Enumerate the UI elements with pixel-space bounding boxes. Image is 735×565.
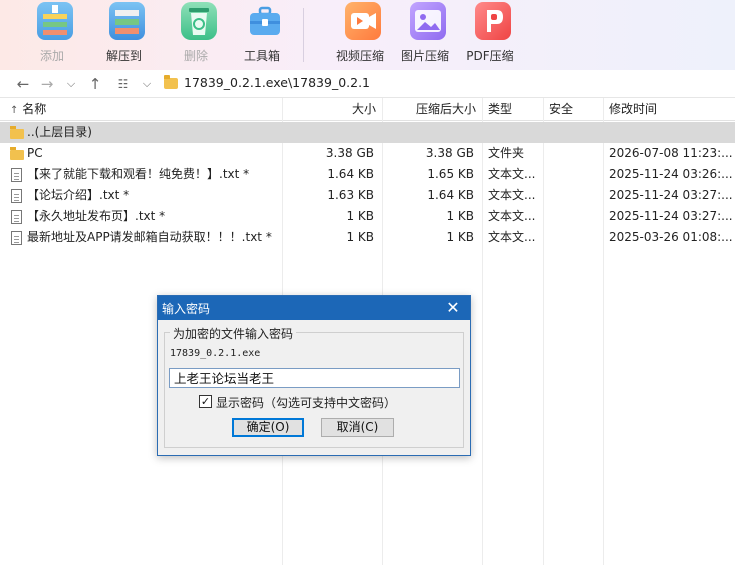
forward-arrow-icon[interactable]: → bbox=[38, 74, 56, 94]
text-file-icon bbox=[11, 231, 22, 245]
column-packed-size[interactable]: 压缩后大小 bbox=[382, 98, 482, 121]
group-label: 为加密的文件输入密码 bbox=[170, 325, 297, 342]
password-input[interactable]: 上老王论坛当老王 bbox=[169, 368, 460, 388]
column-modified[interactable]: 修改时间 bbox=[603, 98, 735, 121]
file-row[interactable]: 【永久地址发布页】.txt * 1 KB 1 KB 文本文... 2025-11… bbox=[0, 206, 735, 227]
toolbox-icon bbox=[247, 2, 283, 40]
file-size: 1 KB bbox=[346, 209, 374, 223]
parent-directory-row[interactable]: ..(上层目录) bbox=[0, 122, 735, 143]
file-row[interactable]: 最新地址及APP请发邮箱自动获取！！！.txt * 1 KB 1 KB 文本文.… bbox=[0, 227, 735, 248]
text-file-icon bbox=[11, 189, 22, 203]
file-modified: 2026-07-08 11:23:... bbox=[609, 146, 733, 160]
file-packed-size: 1 KB bbox=[446, 209, 474, 223]
column-security[interactable]: 安全 bbox=[543, 98, 603, 121]
column-packed-label: 压缩后大小 bbox=[415, 102, 476, 116]
file-modified: 2025-03-26 01:08:... bbox=[609, 230, 733, 244]
file-type: 文件夹 bbox=[488, 146, 525, 160]
password-dialog: 输入密码 ✕ 为加密的文件输入密码 17839_0.2.1.exe 上老王论坛当… bbox=[157, 295, 471, 456]
file-packed-size: 1 KB bbox=[446, 230, 474, 244]
delete-button[interactable]: 删除 bbox=[164, 0, 228, 68]
column-type[interactable]: 类型 bbox=[482, 98, 543, 121]
delete-label: 删除 bbox=[183, 49, 208, 63]
dialog-title: 输入密码 bbox=[162, 302, 211, 316]
image-compress-button[interactable]: 图片压缩 bbox=[393, 0, 457, 68]
column-modified-label: 修改时间 bbox=[609, 102, 658, 116]
column-size-label: 大小 bbox=[351, 102, 376, 116]
file-packed-size: 3.38 GB bbox=[425, 146, 474, 160]
path-text: 17839_0.2.1.exe\17839_0.2.1 bbox=[184, 75, 370, 90]
pdf-compress-button[interactable]: PDF压缩 bbox=[458, 0, 522, 68]
extract-icon bbox=[109, 2, 145, 40]
video-compress-label: 视频压缩 bbox=[335, 49, 384, 63]
file-modified: 2025-11-24 03:27:... bbox=[609, 188, 733, 202]
folder-icon bbox=[10, 147, 24, 160]
add-archive-icon bbox=[37, 2, 73, 40]
file-row[interactable]: 【论坛介绍】.txt * 1.63 KB 1.64 KB 文本文... 2025… bbox=[0, 185, 735, 206]
ok-button[interactable]: 确定(O) bbox=[232, 418, 304, 437]
address-bar: ← → ⌵ ↑ ☷ ⌵ 17839_0.2.1.exe\17839_0.2.1 bbox=[0, 70, 735, 98]
show-password-label[interactable]: 显示密码（勾选可支持中文密码） bbox=[216, 394, 396, 411]
file-size: 1.64 KB bbox=[327, 167, 374, 181]
image-compress-label: 图片压缩 bbox=[400, 49, 449, 63]
file-name: 最新地址及APP请发邮箱自动获取！！！.txt * bbox=[27, 230, 272, 244]
cancel-button[interactable]: 取消(C) bbox=[321, 418, 394, 437]
archive-filename: 17839_0.2.1.exe bbox=[170, 348, 261, 359]
column-name-label: 名称 bbox=[22, 102, 47, 116]
dialog-title-bar[interactable]: 输入密码 ✕ bbox=[158, 296, 470, 320]
file-size: 3.38 GB bbox=[325, 146, 374, 160]
column-security-label: 安全 bbox=[549, 102, 574, 116]
extract-to-button[interactable]: 解压到 bbox=[92, 0, 156, 68]
file-name: 【论坛介绍】.txt * bbox=[27, 188, 130, 202]
file-type: 文本文... bbox=[488, 230, 536, 244]
toolbar-separator bbox=[303, 8, 304, 62]
back-arrow-icon[interactable]: ← bbox=[14, 74, 32, 94]
pdf-compress-icon bbox=[475, 2, 511, 40]
folder-icon bbox=[164, 75, 178, 89]
text-file-icon bbox=[11, 210, 22, 224]
sort-up-icon: ↑ bbox=[10, 105, 19, 116]
column-name[interactable]: ↑ 名称 bbox=[4, 98, 284, 121]
show-password-checkbox[interactable]: ✓ bbox=[199, 395, 212, 408]
file-modified: 2025-11-24 03:26:... bbox=[609, 167, 733, 181]
folder-icon bbox=[10, 126, 24, 139]
image-compress-icon bbox=[410, 2, 446, 40]
file-type: 文本文... bbox=[488, 209, 536, 223]
file-type: 文本文... bbox=[488, 188, 536, 202]
file-size: 1 KB bbox=[346, 230, 374, 244]
video-compress-icon bbox=[345, 2, 381, 40]
file-name: 【永久地址发布页】.txt * bbox=[27, 209, 166, 223]
file-row[interactable]: PC 3.38 GB 3.38 GB 文件夹 2026-07-08 11:23:… bbox=[0, 143, 735, 164]
close-icon[interactable]: ✕ bbox=[442, 297, 464, 319]
file-modified: 2025-11-24 03:27:... bbox=[609, 209, 733, 223]
file-size: 1.63 KB bbox=[327, 188, 374, 202]
file-name: ..(上层目录) bbox=[27, 125, 92, 139]
toolbox-label: 工具箱 bbox=[243, 49, 280, 63]
path-field[interactable]: 17839_0.2.1.exe\17839_0.2.1 bbox=[160, 72, 733, 96]
column-type-label: 类型 bbox=[488, 102, 513, 116]
view-mode-icon[interactable]: ☷ bbox=[114, 74, 132, 94]
add-button[interactable]: 添加 bbox=[20, 0, 84, 68]
file-packed-size: 1.64 KB bbox=[427, 188, 474, 202]
history-dropdown-icon[interactable]: ⌵ bbox=[62, 74, 80, 94]
file-packed-size: 1.65 KB bbox=[427, 167, 474, 181]
file-row[interactable]: 【来了就能下载和观看！纯免费！】.txt * 1.64 KB 1.65 KB 文… bbox=[0, 164, 735, 185]
pdf-compress-label: PDF压缩 bbox=[466, 49, 514, 63]
view-dropdown-icon[interactable]: ⌵ bbox=[138, 74, 156, 94]
toolbox-button[interactable]: 工具箱 bbox=[230, 0, 294, 68]
recycle-bin-icon bbox=[181, 2, 217, 40]
video-compress-button[interactable]: 视频压缩 bbox=[328, 0, 392, 68]
up-arrow-icon[interactable]: ↑ bbox=[86, 74, 104, 94]
file-name: 【来了就能下载和观看！纯免费！】.txt * bbox=[27, 167, 250, 181]
extract-to-label: 解压到 bbox=[105, 49, 142, 63]
text-file-icon bbox=[11, 168, 22, 182]
file-type: 文本文... bbox=[488, 167, 536, 181]
column-header: ↑ 名称 大小 压缩后大小 类型 安全 修改时间 bbox=[0, 98, 735, 121]
add-label: 添加 bbox=[39, 49, 64, 63]
column-size[interactable]: 大小 bbox=[283, 98, 382, 121]
file-name: PC bbox=[27, 146, 43, 160]
toolbar: 添加 解压到 删除 工具箱 视频压缩 图片压缩 PDF压缩 bbox=[0, 0, 735, 70]
